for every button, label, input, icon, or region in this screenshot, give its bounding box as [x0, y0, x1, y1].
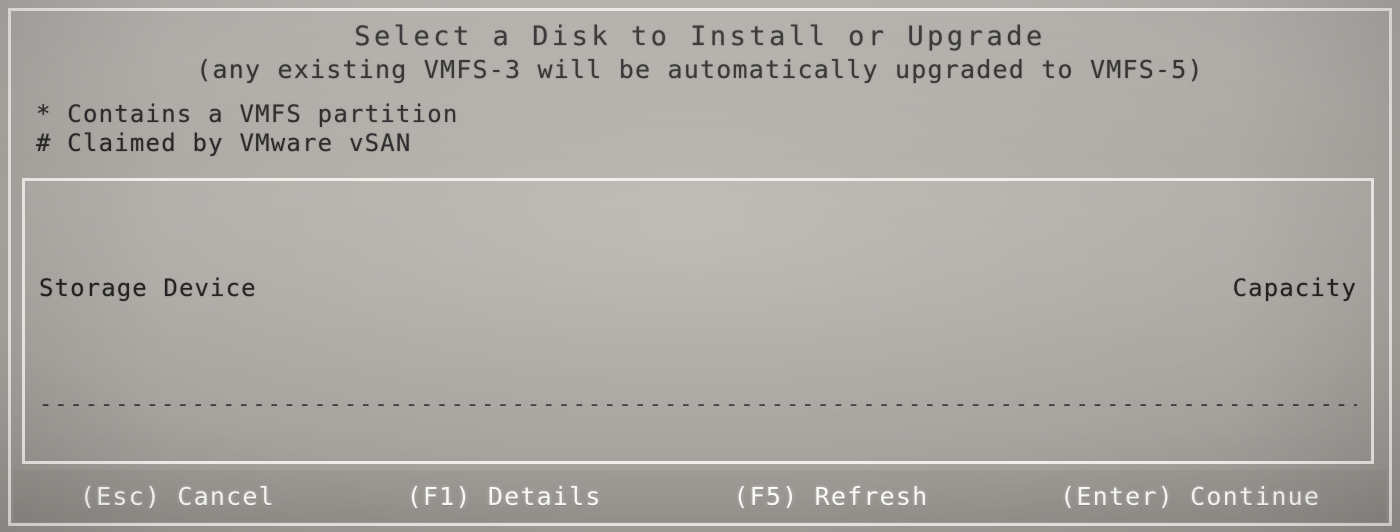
continue-button[interactable]: (Enter) Continue: [1054, 482, 1326, 511]
details-button[interactable]: (F1) Details: [401, 482, 608, 511]
footer-key-bar: (Esc) Cancel (F1) Details (F5) Refresh (…: [14, 470, 1386, 522]
title-secondary: (any existing VMFS-3 will be automatical…: [196, 55, 1204, 84]
column-header-capacity: Capacity: [1232, 274, 1357, 302]
legend-vmfs-partition: * Contains a VMFS partition: [36, 100, 459, 128]
storage-device-list-panel[interactable]: Storage Device Capacity ----------------…: [22, 178, 1374, 464]
page-title: Select a Disk to Install or Upgrade (any…: [0, 0, 1400, 86]
header-separator: ----------------------------------------…: [39, 392, 1357, 412]
refresh-button[interactable]: (F5) Refresh: [727, 482, 934, 511]
console-content: Select a Disk to Install or Upgrade (any…: [0, 0, 1400, 532]
legend-block: * Contains a VMFS partition # Claimed by…: [0, 100, 1400, 158]
column-header-storage-device: Storage Device: [39, 274, 257, 302]
title-primary: Select a Disk to Install or Upgrade: [354, 21, 1046, 52]
legend-vsan-claimed: # Claimed by VMware vSAN: [36, 129, 412, 157]
table-header-row: Storage Device Capacity: [39, 274, 1357, 303]
esxi-installer-screen: Select a Disk to Install or Upgrade (any…: [0, 0, 1400, 532]
cancel-button[interactable]: (Esc) Cancel: [74, 482, 281, 511]
